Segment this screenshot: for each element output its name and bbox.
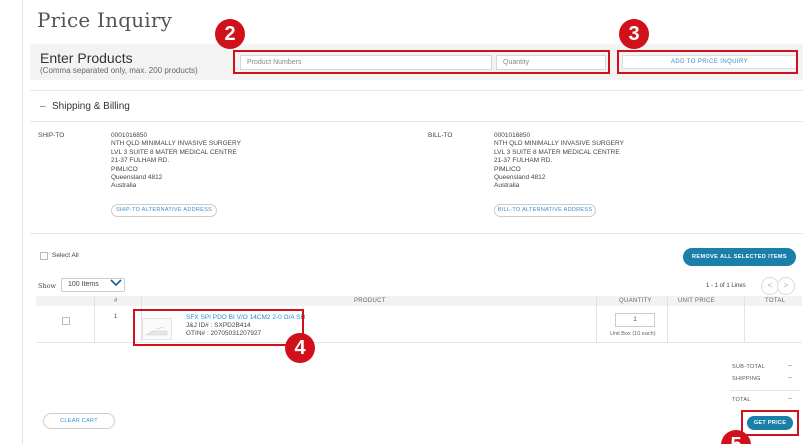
column-divider — [596, 296, 597, 342]
column-divider — [667, 296, 668, 342]
column-header-unit-price: UNIT PRICE — [678, 298, 715, 304]
select-all-checkbox[interactable] — [40, 252, 48, 260]
address-line: Australia — [111, 182, 137, 190]
enter-products-title: Enter Products — [40, 50, 133, 66]
address-line: LVL 3 SUITE 8 MATER MEDICAL CENTRE — [111, 148, 237, 156]
select-all-label: Select All — [52, 252, 79, 259]
address-line: 21-37 FULHAM RD. — [111, 157, 170, 165]
callout-box-4 — [133, 309, 304, 346]
address-line: PIMLICO — [494, 165, 521, 173]
shipping-label: SHIPPING — [732, 376, 761, 382]
address-line: LVL 3 SUITE 8 MATER MEDICAL CENTRE — [494, 148, 620, 156]
address-line: PIMLICO — [111, 165, 138, 173]
column-divider — [744, 296, 745, 342]
remove-all-selected-button[interactable]: REMOVE ALL SELECTED ITEMS — [683, 248, 796, 266]
divider — [30, 90, 803, 91]
unit-of-measure: Unit Box (10 each) — [610, 331, 656, 337]
callout-badge-4: 4 — [285, 333, 315, 363]
callout-box-5 — [741, 410, 799, 436]
bill-to-label: BILL-TO — [428, 132, 453, 139]
address-line: 0001016850 — [494, 132, 531, 139]
subtotal-value: -- — [788, 363, 792, 369]
row-number: 1 — [114, 314, 118, 320]
row-quantity-input[interactable]: 1 — [615, 313, 655, 327]
column-header-quantity: QUANTITY — [619, 298, 652, 304]
subtotal-label: SUB-TOTAL — [732, 364, 766, 370]
address-line: 0001016850 — [111, 132, 148, 139]
collapse-toggle-icon[interactable]: – — [40, 101, 46, 112]
column-header-product: PRODUCT — [354, 298, 386, 304]
row-checkbox[interactable] — [62, 317, 70, 325]
ship-to-label: SHIP-TO — [38, 132, 65, 139]
column-header-number: # — [114, 298, 118, 304]
callout-box-3 — [617, 50, 798, 74]
total-value: -- — [788, 396, 792, 402]
shipping-billing-title[interactable]: Shipping & Billing — [52, 101, 130, 112]
address-line: Queensland 4812 — [494, 174, 546, 182]
shipping-value: -- — [788, 375, 792, 381]
address-line: 21-37 FULHAM RD. — [494, 157, 553, 165]
bill-to-address: 0001016850 NTH QLD MINIMALLY INVASIVE SU… — [494, 132, 624, 191]
divider — [730, 390, 800, 391]
pager-summary: 1 - 1 of 1 Lines — [706, 283, 746, 289]
next-page-button[interactable]: > — [777, 277, 795, 295]
address-line: Queensland 4812 — [111, 174, 163, 182]
address-line: NTH QLD MINIMALLY INVASIVE SURGERY — [111, 140, 241, 148]
address-line: NTH QLD MINIMALLY INVASIVE SURGERY — [494, 140, 624, 148]
column-divider — [94, 296, 95, 342]
ship-to-address: 0001016850 NTH QLD MINIMALLY INVASIVE SU… — [111, 132, 241, 191]
show-label: Show — [38, 282, 57, 290]
callout-badge-2: 2 — [215, 19, 245, 49]
total-label: TOTAL — [732, 397, 751, 403]
chevron-down-icon[interactable] — [110, 279, 122, 289]
column-header-total: TOTAL — [765, 298, 786, 304]
address-line: Australia — [494, 182, 520, 190]
callout-badge-3: 3 — [619, 19, 649, 49]
divider — [30, 233, 803, 234]
page-title: Price Inquiry — [37, 8, 173, 32]
bill-to-alternative-address-button[interactable]: BILL-TO ALTERNATIVE ADDRESS — [494, 204, 596, 217]
ship-to-alternative-address-button[interactable]: SHIP-TO ALTERNATIVE ADDRESS — [111, 204, 217, 217]
divider — [30, 121, 803, 122]
enter-products-subtitle: (Comma separated only, max. 200 products… — [40, 66, 198, 75]
clear-cart-button[interactable]: CLEAR CART — [43, 413, 115, 429]
callout-box-2 — [233, 50, 610, 74]
